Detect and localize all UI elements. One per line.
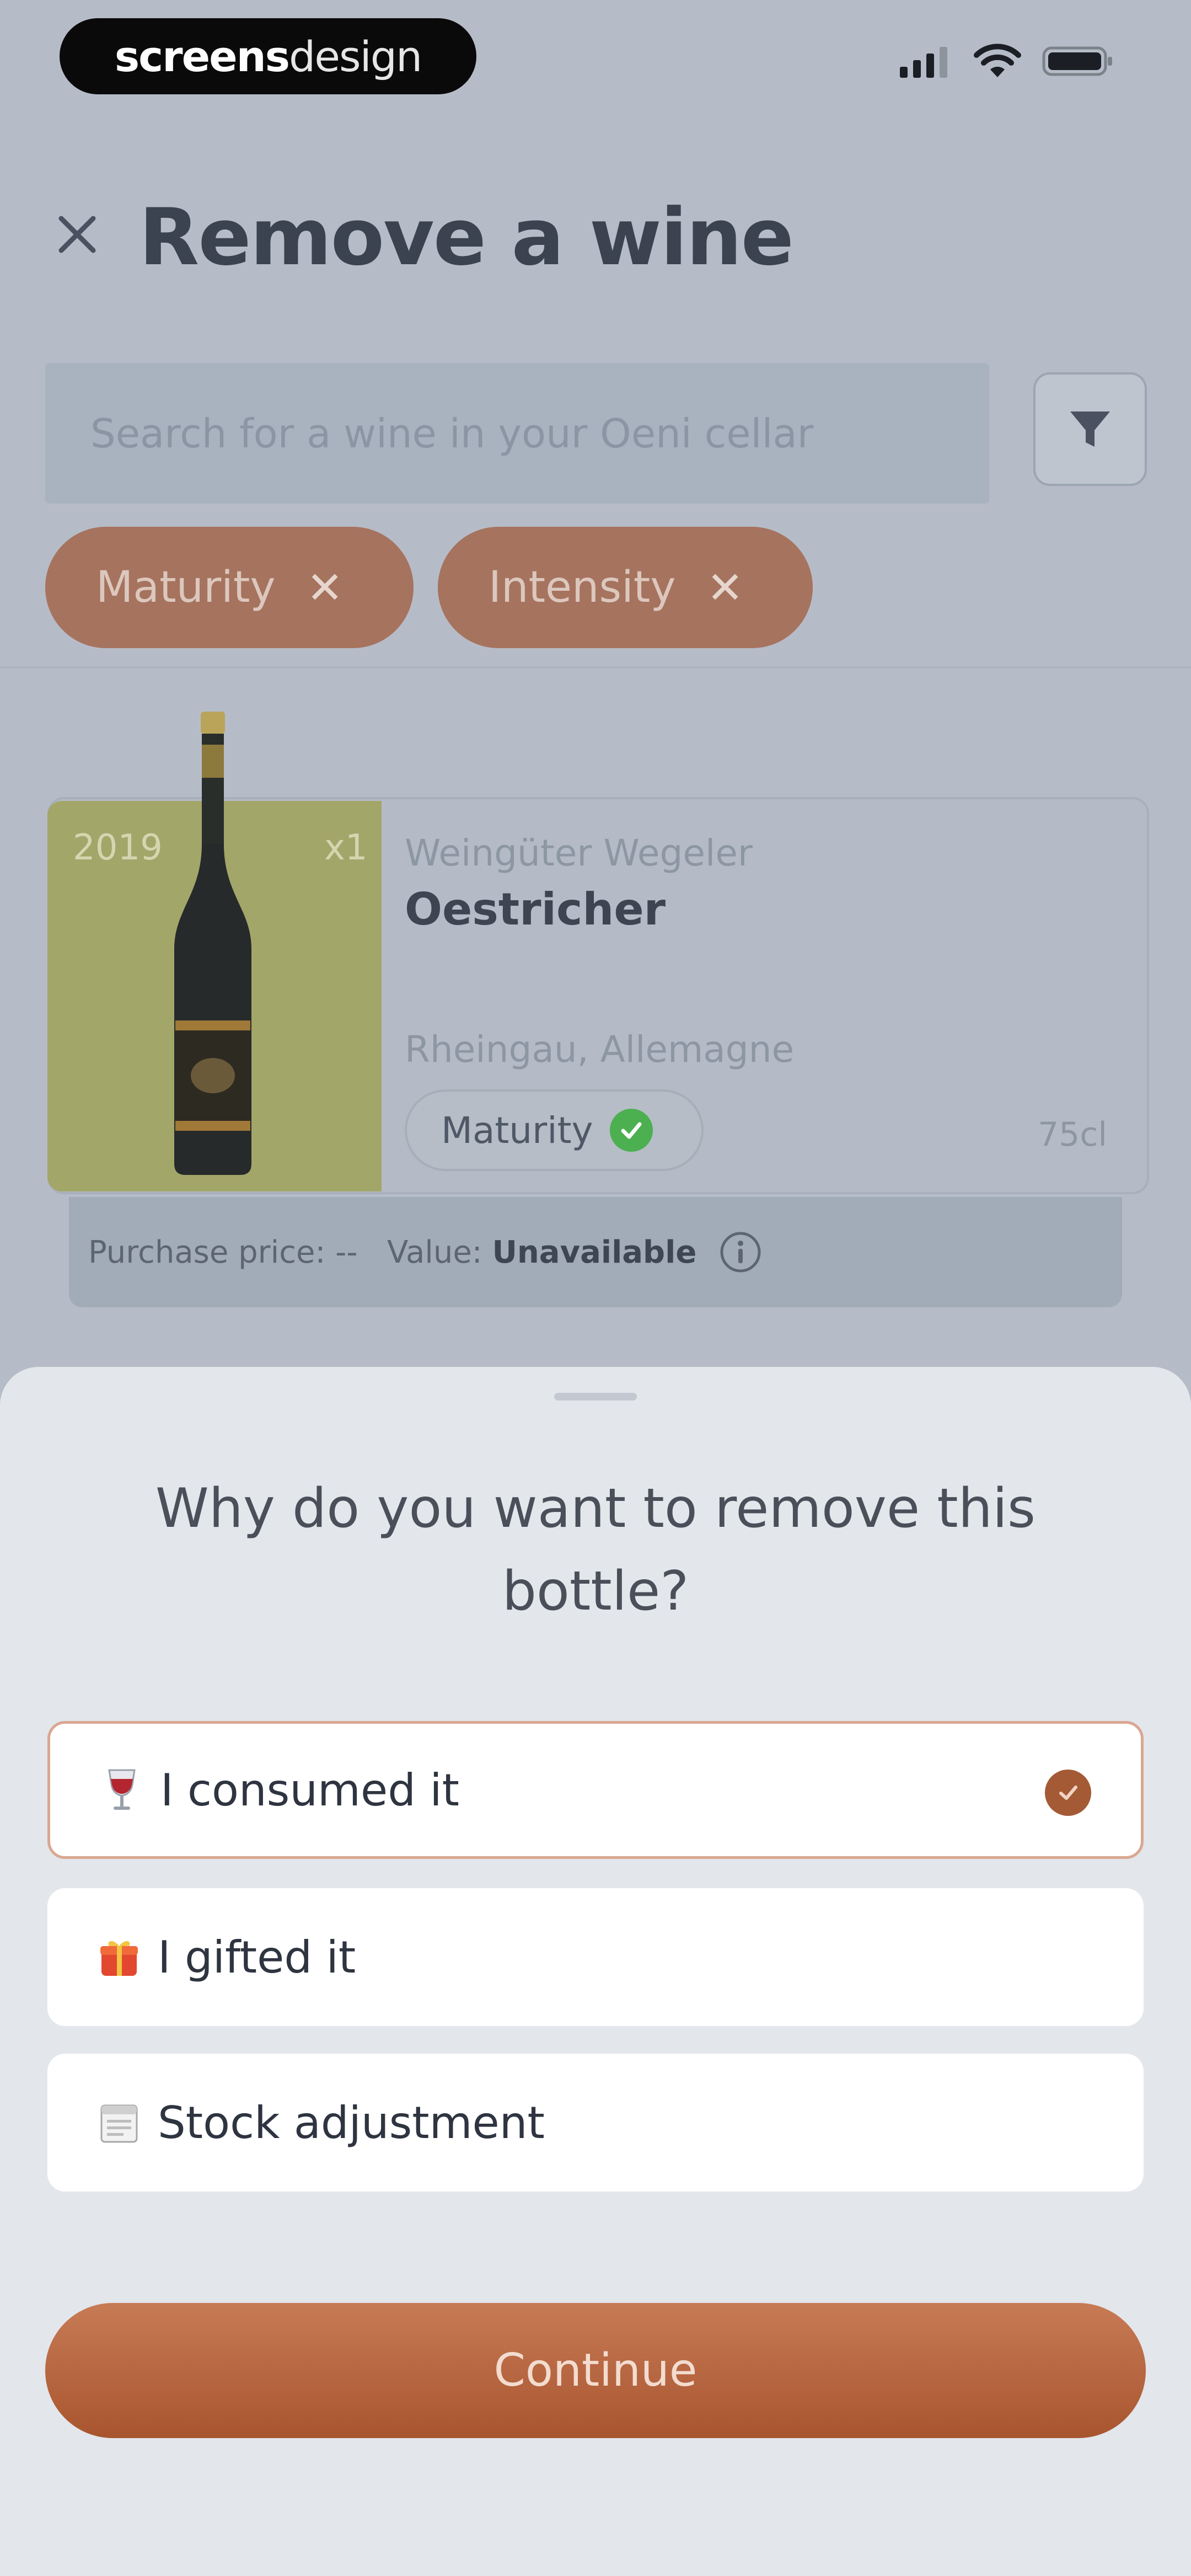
cellular-signal-icon [900, 47, 947, 78]
brand-logo: screens design [60, 18, 476, 94]
info-icon[interactable] [718, 1230, 763, 1274]
brand-logo-light: design [289, 31, 422, 81]
price-bar: Purchase price: -- Value: Unavailable [69, 1197, 1122, 1307]
option-label: I gifted it [158, 1931, 356, 1983]
wine-quantity: x1 [324, 827, 368, 868]
option-label: I consumed it [160, 1764, 459, 1816]
divider [0, 666, 1191, 669]
calendar-icon [97, 2101, 141, 2145]
gift-icon [97, 1935, 141, 1979]
wine-glass-icon [100, 1768, 144, 1812]
wine-producer: Weingüter Wegeler [405, 832, 753, 874]
purchase-price-value: -- [335, 1234, 358, 1270]
purchase-price-label: Purchase price: [88, 1234, 326, 1270]
wine-region: Rheingau, Allemagne [405, 1028, 795, 1071]
maturity-label: Maturity [441, 1109, 593, 1152]
option-label: Stock adjustment [158, 2097, 545, 2149]
close-button[interactable] [52, 210, 102, 259]
wine-volume: 75cl [1038, 1115, 1108, 1154]
filter-chip-intensity[interactable]: Intensity ✕ [438, 527, 813, 648]
sheet-question: Why do you want to remove this bottle? [155, 1477, 1036, 1623]
filter-chip-label: Intensity [489, 563, 676, 612]
wine-bottle-image [174, 712, 251, 1175]
page-title: Remove a wine [139, 192, 794, 283]
filter-chip-maturity[interactable]: Maturity ✕ [45, 527, 414, 648]
value-label: Value: [387, 1234, 482, 1270]
remove-filter-icon[interactable]: ✕ [707, 562, 744, 613]
filter-button[interactable] [1033, 372, 1147, 486]
option-stock-adjustment[interactable]: Stock adjustment [47, 2054, 1144, 2192]
continue-button[interactable]: Continue [45, 2303, 1146, 2438]
status-icons [900, 43, 1114, 79]
option-gifted[interactable]: I gifted it [47, 1888, 1144, 2026]
search-input[interactable] [45, 363, 989, 504]
option-consumed[interactable]: I consumed it [47, 1721, 1144, 1859]
check-circle-icon [609, 1109, 653, 1152]
filter-icon [1070, 411, 1110, 447]
brand-logo-bold: screens [114, 31, 290, 81]
sheet-grabber[interactable] [554, 1393, 637, 1401]
battery-icon [1042, 46, 1112, 76]
wine-vintage: 2019 [73, 827, 163, 868]
search-bar[interactable] [45, 363, 989, 504]
remove-filter-icon[interactable]: ✕ [307, 562, 344, 613]
wine-name: Oestricher [405, 884, 666, 935]
close-icon [58, 216, 96, 253]
wifi-icon [974, 44, 1021, 77]
maturity-badge: Maturity [405, 1089, 704, 1171]
selected-check-icon [1045, 1770, 1091, 1816]
filter-chip-label: Maturity [96, 563, 276, 612]
value-value: Unavailable [492, 1234, 697, 1270]
